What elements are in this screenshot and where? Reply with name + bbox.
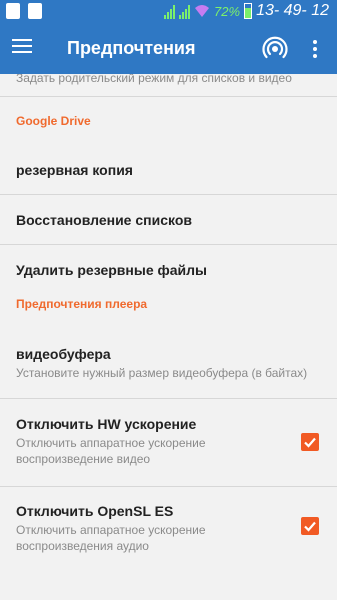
- item-title: Отключить HW ускорение: [16, 416, 197, 432]
- video-buffer-item[interactable]: видеобуфера Установите нужный размер вид…: [0, 329, 337, 399]
- clipboard-check-icon: [28, 3, 42, 19]
- parental-mode-item[interactable]: Задать родительский режим для списков и …: [0, 74, 337, 97]
- item-subtitle: Установите нужный размер видеобуфера (в …: [16, 366, 308, 380]
- item-subtitle: Отключить аппаратное ускорение воспроизв…: [16, 436, 206, 466]
- signal-icon: [164, 3, 176, 19]
- disable-hw-acceleration-item[interactable]: Отключить HW ускорение Отключить аппарат…: [0, 399, 337, 487]
- gallery-icon: [6, 3, 20, 19]
- preferences-list: Задать родительский режим для списков и …: [0, 74, 337, 600]
- wifi-icon: [194, 4, 210, 18]
- item-title: Отключить OpenSL ES: [16, 503, 174, 519]
- delete-backups-item[interactable]: Удалить резервные файлы: [0, 245, 337, 295]
- backup-item[interactable]: резервная копия: [0, 145, 337, 195]
- section-header-google-drive: Google Drive: [16, 114, 91, 128]
- more-options-icon[interactable]: [312, 40, 318, 58]
- battery-icon: [244, 3, 253, 19]
- hw-acceleration-checkbox[interactable]: [301, 433, 319, 451]
- section-header-player-preferences: Предпочтения плеера: [16, 297, 148, 311]
- disable-opensl-item[interactable]: Отключить OpenSL ES Отключить аппаратное…: [0, 487, 337, 577]
- item-title: Удалить резервные файлы: [16, 262, 207, 278]
- status-bar: 72% 13- 49- 12: [0, 0, 337, 24]
- clock: 13- 49- 12: [256, 2, 329, 19]
- app-bar: Предпочтения: [0, 24, 337, 74]
- notification-icons: [6, 3, 42, 19]
- opensl-checkbox[interactable]: [301, 517, 319, 535]
- item-title: резервная копия: [16, 162, 133, 178]
- battery-percent: 72%: [214, 3, 241, 19]
- item-subtitle: Задать родительский режим для списков и …: [16, 74, 292, 85]
- cast-icon[interactable]: [262, 36, 288, 62]
- item-subtitle: Отключить аппаратное ускорение воспроизв…: [16, 523, 206, 553]
- item-title: видеобуфера: [16, 346, 111, 362]
- hamburger-menu-icon[interactable]: [12, 39, 32, 57]
- restore-lists-item[interactable]: Восстановление списков: [0, 195, 337, 245]
- item-title: Восстановление списков: [16, 212, 192, 228]
- status-icons: 72% 13- 49- 12: [164, 2, 329, 20]
- signal-icon-2: [179, 3, 191, 19]
- page-title: Предпочтения: [67, 38, 196, 58]
